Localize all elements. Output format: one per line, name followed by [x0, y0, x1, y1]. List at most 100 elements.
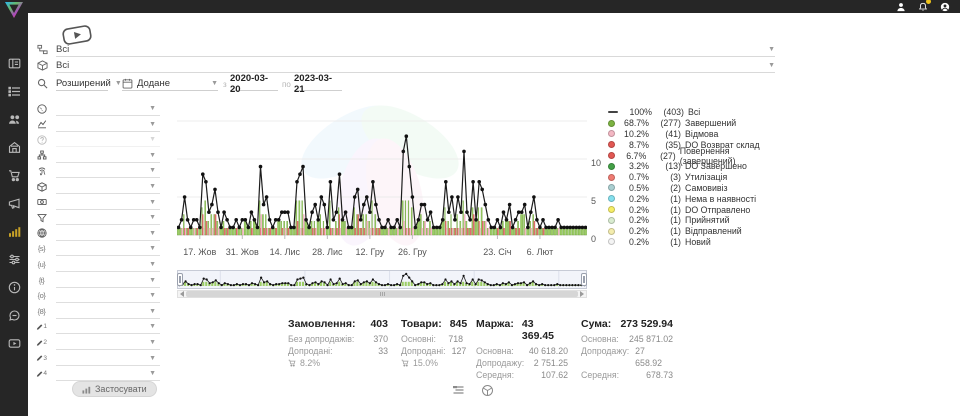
- legend-item[interactable]: 0.7%(3)Утилізація: [608, 172, 778, 183]
- legend-item[interactable]: 6.7%(27)Повернення (завершений): [608, 150, 778, 161]
- filter-dropdown[interactable]: ▼: [56, 258, 160, 272]
- sidebar-item-orders[interactable]: [0, 77, 28, 105]
- sidebar-item-settings[interactable]: [0, 245, 28, 273]
- filter-dropdown[interactable]: ▼: [56, 320, 160, 334]
- filter-row-filter[interactable]: ▼: [36, 211, 160, 226]
- legend-item[interactable]: 0.2%(1)Нема в наявності: [608, 193, 778, 204]
- products-cube-icon[interactable]: [481, 384, 494, 397]
- filter-dropdown[interactable]: ▼: [56, 133, 160, 147]
- filter-dropdown[interactable]: ▼: [56, 352, 160, 366]
- filter-row-funnel[interactable]: ▼: [36, 118, 160, 133]
- chevron-down-icon: ▼: [149, 292, 156, 299]
- chevron-down-icon: ▼: [149, 308, 156, 315]
- filter-dropdown[interactable]: ▼: [56, 196, 160, 210]
- chevron-down-icon: ▼: [149, 152, 156, 159]
- chevron-down-icon: ▼: [149, 105, 156, 112]
- filter-dropdown[interactable]: ▼: [56, 242, 160, 256]
- sidebar-item-warehouse[interactable]: [0, 133, 28, 161]
- legend-item[interactable]: 0.2%(1)DO Отправлено: [608, 204, 778, 215]
- app-logo-icon[interactable]: [4, 1, 24, 19]
- filter-row-custom-field-3[interactable]: 3▼: [36, 352, 160, 367]
- sidebar-item-video-tutorials[interactable]: [0, 329, 28, 357]
- filter-dropdown[interactable]: ▼: [56, 211, 160, 225]
- filter-row-var-s[interactable]: {s}▼: [36, 242, 160, 257]
- filter-dropdown[interactable]: ▼: [56, 227, 160, 241]
- scroll-left-icon[interactable]: [178, 290, 186, 298]
- filter-dropdown[interactable]: ▼: [56, 305, 160, 319]
- filter-dropdown[interactable]: ▼: [56, 336, 160, 350]
- legend-item[interactable]: 0.2%(1)Прийнятий: [608, 215, 778, 226]
- chart-legend: 100%(403)Всі68.7%(277)Завершений10.2%(41…: [608, 107, 778, 247]
- category-select[interactable]: Всі ▼: [56, 42, 775, 57]
- filter-row-custom-field-2[interactable]: 2▼: [36, 336, 160, 351]
- filter-row-help[interactable]: ▼: [36, 133, 160, 148]
- legend-item[interactable]: 0.2%(1)Новий: [608, 237, 778, 248]
- filter-row-website[interactable]: ▼: [36, 227, 160, 242]
- date-field-select[interactable]: Додане ▼: [122, 76, 218, 91]
- filter-row-product[interactable]: ▼: [36, 180, 160, 195]
- legend-item[interactable]: 100%(403)Всі: [608, 107, 778, 118]
- legend-swatch: [608, 217, 615, 224]
- filter-row-custom-field-1[interactable]: 1▼: [36, 320, 160, 335]
- x-axis-labels: 17. Жов31. Жов14. Лис28. Лис12. Гру26. Г…: [177, 247, 587, 259]
- sidebar-item-clients[interactable]: [0, 105, 28, 133]
- navigator-right-handle[interactable]: [581, 273, 587, 286]
- legend-item[interactable]: 0.2%(1)Відправлений: [608, 226, 778, 237]
- sidebar-item-info[interactable]: [0, 273, 28, 301]
- filter-dropdown[interactable]: ▼: [56, 274, 160, 288]
- legend-item[interactable]: 68.7%(277)Завершений: [608, 118, 778, 129]
- filter-row-country[interactable]: ▼: [36, 102, 160, 117]
- sidebar-item-purchases[interactable]: [0, 161, 28, 189]
- date-from-input[interactable]: 2020-03-20: [230, 77, 278, 91]
- user-icon[interactable]: [895, 1, 906, 12]
- stat-sub-value: 33: [378, 345, 388, 357]
- legend-swatch: [608, 130, 615, 137]
- filter-row-manager[interactable]: ▼: [36, 164, 160, 179]
- chevron-down-icon: ▼: [768, 46, 775, 53]
- apply-filters-button[interactable]: Застосувати: [72, 381, 157, 397]
- stat-value: 845: [450, 318, 468, 330]
- filter-row-var-8[interactable]: {8}▼: [36, 305, 160, 320]
- filter-row-payment[interactable]: ▼: [36, 196, 160, 211]
- search-icon[interactable]: [37, 78, 48, 89]
- sidebar-item-support[interactable]: [0, 301, 28, 329]
- navigator-left-handle[interactable]: [177, 273, 183, 286]
- avatar-icon[interactable]: [939, 1, 950, 12]
- date-to-input[interactable]: 2023-03-21: [294, 77, 342, 91]
- filter-dropdown[interactable]: ▼: [56, 102, 160, 116]
- legend-item[interactable]: 10.2%(41)Відмова: [608, 129, 778, 140]
- filter-row-var-t[interactable]: {t}▼: [36, 274, 160, 289]
- sidebar-item-analytics[interactable]: [0, 217, 28, 245]
- filter-row-custom-field-4[interactable]: 4▼: [36, 367, 160, 382]
- stat-sub-value: 27 658.92: [635, 345, 673, 369]
- legend-count: (27): [650, 151, 675, 161]
- search-mode-select[interactable]: Розширений ▼: [56, 76, 108, 91]
- chart-navigator[interactable]: [177, 270, 587, 289]
- chevron-down-icon: ▼: [149, 214, 156, 221]
- filter-dropdown[interactable]: ▼: [56, 367, 160, 381]
- sidebar-item-dashboard[interactable]: [0, 49, 28, 77]
- filter-dropdown[interactable]: ▼: [56, 118, 160, 132]
- legend-item[interactable]: 0.5%(2)Самовивіз: [608, 183, 778, 194]
- filter-dropdown[interactable]: ▼: [56, 180, 160, 194]
- filter-dropdown[interactable]: ▼: [56, 289, 160, 303]
- filter-row-var-u[interactable]: {u}▼: [36, 258, 160, 273]
- stat-sub-label: Без допродажів:: [288, 333, 354, 345]
- chart-scrollbar[interactable]: [177, 290, 587, 298]
- scroll-right-icon[interactable]: [578, 290, 586, 298]
- sidebar-item-marketing[interactable]: [0, 189, 28, 217]
- legend-label: Всі: [688, 107, 700, 117]
- product-cube-icon: [37, 60, 48, 71]
- filter-dropdown[interactable]: ▼: [56, 164, 160, 178]
- chevron-down-icon: ▼: [149, 199, 156, 206]
- filter-dropdown[interactable]: ▼: [56, 149, 160, 163]
- legend-percent: 0.2%: [619, 205, 649, 215]
- filter-row-source[interactable]: ▼: [36, 149, 160, 164]
- list-view-icon[interactable]: [452, 384, 465, 397]
- notifications-bell-icon[interactable]: [917, 1, 928, 12]
- orders-chart[interactable]: [177, 101, 587, 243]
- legend-label: Прийнятий: [685, 215, 730, 225]
- product-select[interactable]: Всі ▼: [56, 58, 775, 73]
- filter-row-var-o[interactable]: {o}▼: [36, 289, 160, 304]
- scrollbar-thumb[interactable]: [186, 291, 578, 297]
